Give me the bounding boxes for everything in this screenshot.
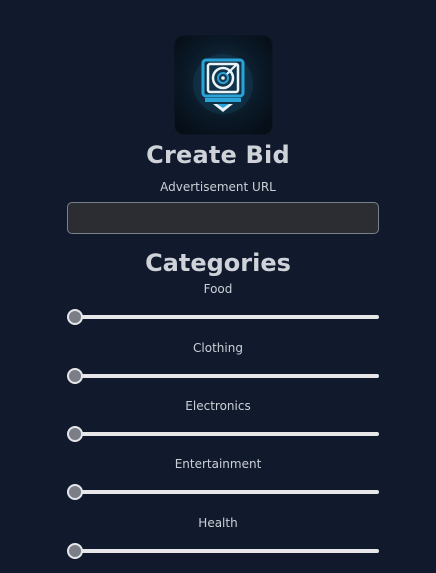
slider-thumb[interactable] xyxy=(67,543,83,559)
app-logo xyxy=(175,36,272,134)
slider-track[interactable] xyxy=(75,432,379,436)
slider-thumb[interactable] xyxy=(67,309,83,325)
slider-thumb[interactable] xyxy=(67,484,83,500)
slider-track[interactable] xyxy=(75,490,379,494)
slider-thumb[interactable] xyxy=(67,426,83,442)
slider-electronics: Electronics xyxy=(0,399,436,449)
slider-label: Health xyxy=(198,516,238,530)
advertisement-url-input[interactable] xyxy=(67,202,379,234)
slider-thumb[interactable] xyxy=(67,368,83,384)
slider-clothing: Clothing xyxy=(0,341,436,391)
slider-track[interactable] xyxy=(75,549,379,553)
slider-food: Food xyxy=(0,282,436,332)
slider-track[interactable] xyxy=(75,374,379,378)
slider-health: Health xyxy=(0,516,436,566)
slider-label: Entertainment xyxy=(174,457,262,471)
slider-track[interactable] xyxy=(75,315,379,319)
slider-entertainment: Entertainment xyxy=(0,457,436,507)
create-bid-page: Create Bid Advertisement URL Categories … xyxy=(0,0,436,573)
slider-label: Food xyxy=(203,282,233,296)
categories-heading: Categories xyxy=(145,249,291,277)
bid-target-logo-icon xyxy=(193,54,253,114)
slider-label: Electronics xyxy=(185,399,251,413)
page-title: Create Bid xyxy=(146,141,290,169)
slider-label: Clothing xyxy=(193,341,243,355)
url-field-label: Advertisement URL xyxy=(160,180,276,194)
